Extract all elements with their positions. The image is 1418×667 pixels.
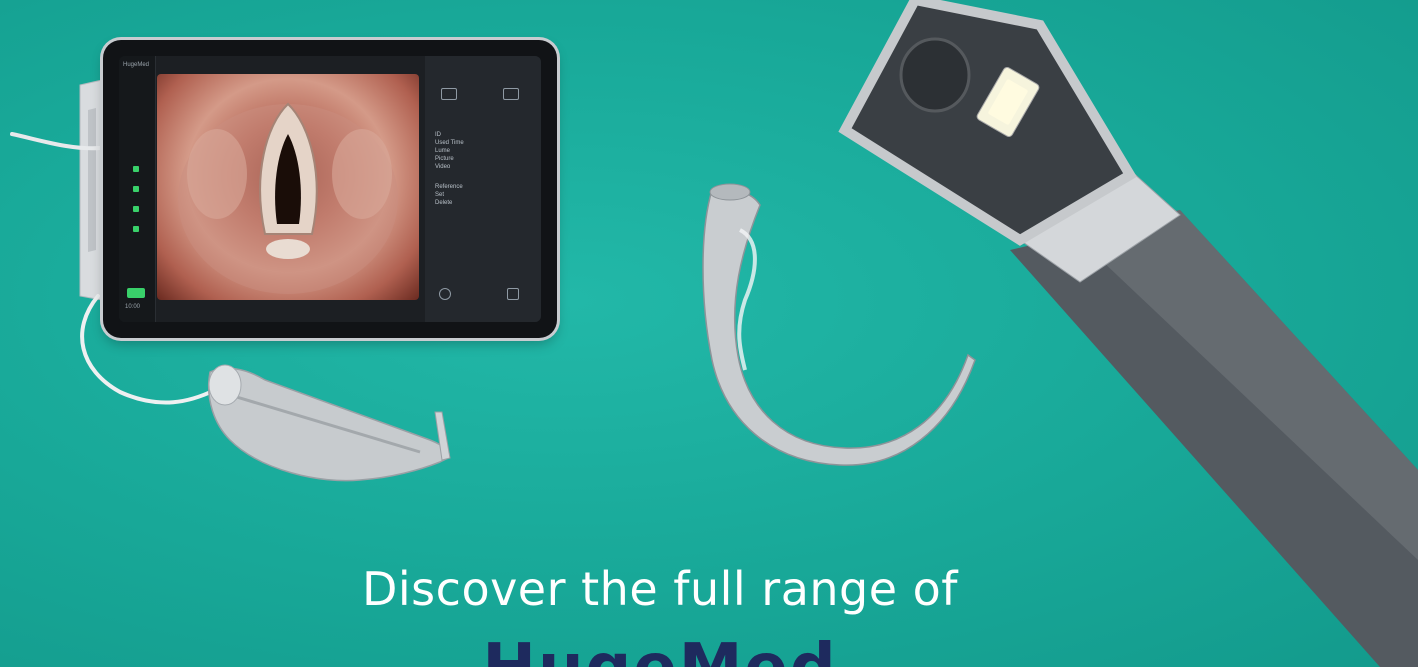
panel-row-video: Video <box>435 164 451 170</box>
panel-row-lume: Lume <box>435 148 451 154</box>
video-feed-image <box>178 102 398 294</box>
power-icon[interactable] <box>439 288 451 300</box>
panel-row-reference: Reference <box>435 184 463 190</box>
laryngoscope-blade-small <box>208 364 451 482</box>
panel-row-used-time: Used Time <box>435 140 464 146</box>
brand-name: HugeMed <box>0 636 1320 667</box>
panel-row-set: Set <box>435 192 445 198</box>
panel-row-delete: Delete <box>435 200 453 206</box>
headline: Discover the full range of <box>361 562 959 616</box>
rail-bottom-label: 10:00 <box>125 304 141 310</box>
hero-banner: HugeMed 10:00 ID Used Time Lume Picture … <box>0 0 1418 667</box>
rail-label: HugeMed <box>123 62 150 68</box>
folder-icon[interactable] <box>503 88 519 100</box>
tablet-device: HugeMed 10:00 ID Used Time Lume Picture … <box>103 40 557 338</box>
tablet-mount-slot <box>88 108 96 252</box>
status-dot-icon <box>133 186 139 192</box>
status-dot-icon <box>133 166 139 172</box>
video-camera-icon[interactable] <box>441 88 457 100</box>
status-dot-icon <box>133 206 139 212</box>
laryngoscope-blade-curved <box>702 183 976 466</box>
status-dot-icon <box>133 226 139 232</box>
tablet-side-panel: ID Used Time Lume Picture Video Referenc… <box>425 56 541 322</box>
grid-icon[interactable] <box>507 288 519 300</box>
battery-icon <box>127 288 145 298</box>
video-feed <box>157 74 419 300</box>
panel-row-id: ID <box>435 132 441 138</box>
tablet-screen: HugeMed 10:00 ID Used Time Lume Picture … <box>119 56 541 322</box>
tablet-left-rail: HugeMed 10:00 <box>119 56 156 322</box>
panel-row-picture: Picture <box>435 156 454 162</box>
